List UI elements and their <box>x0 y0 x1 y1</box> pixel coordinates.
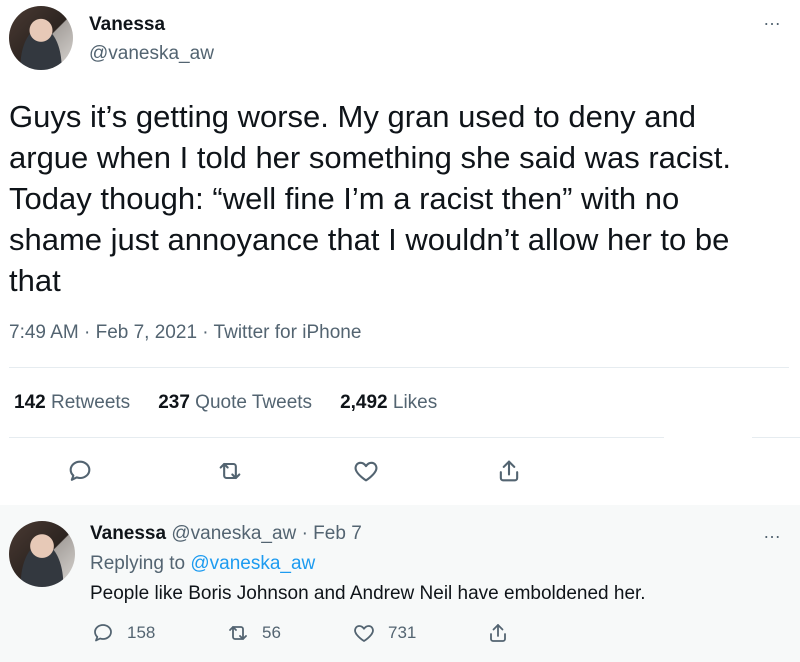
divider <box>9 437 664 438</box>
like-icon <box>354 461 378 482</box>
retweets-label: Retweets <box>50 392 131 413</box>
tweet-text: Guys it’s getting worse. My gran used to… <box>9 99 731 298</box>
share-icon <box>499 460 519 482</box>
reply-icon <box>94 624 112 642</box>
reply-action-like[interactable]: 731 <box>352 621 416 645</box>
reply-count: 158 <box>127 623 156 642</box>
author-name[interactable]: Vanessa <box>89 14 165 36</box>
likes-stat[interactable]: 2,492 Likes <box>340 392 437 414</box>
replying-label: Replying to <box>90 553 186 574</box>
reply-action-retweet[interactable]: 56 <box>226 621 281 645</box>
like-button[interactable] <box>351 456 381 486</box>
reply-action-reply[interactable]: 158 <box>91 621 155 645</box>
quote-tweets-label: Quote Tweets <box>195 392 313 413</box>
author-handle[interactable]: @vaneska_aw <box>89 43 214 65</box>
reply-button[interactable] <box>65 456 95 486</box>
likes-label: Likes <box>392 392 438 413</box>
divider <box>9 367 789 368</box>
tweet-date[interactable]: Feb 7 <box>313 523 362 544</box>
author-name[interactable]: Vanessa <box>90 523 166 544</box>
replying-to: Replying to @vaneska_aw <box>90 553 315 575</box>
reply-action-share[interactable] <box>486 621 510 645</box>
separator: · <box>301 523 308 544</box>
retweet-count: 56 <box>262 623 281 642</box>
like-count: 731 <box>388 623 417 642</box>
avatar[interactable] <box>9 521 75 587</box>
reply-tweet[interactable]: Vanessa @vaneska_aw · Feb 7 … Replying t… <box>0 505 800 662</box>
more-options-icon[interactable]: … <box>763 10 782 28</box>
avatar[interactable] <box>9 6 73 70</box>
more-options-icon[interactable]: … <box>763 523 782 541</box>
share-button[interactable] <box>494 456 524 486</box>
reply-header: Vanessa @vaneska_aw · Feb 7 <box>90 523 362 545</box>
retweet-icon <box>229 626 247 640</box>
quote-tweets-count: 237 <box>158 392 190 413</box>
likes-count: 2,492 <box>340 392 388 413</box>
share-icon <box>490 624 506 642</box>
retweet-icon <box>219 462 241 480</box>
divider <box>752 437 800 438</box>
retweets-stat[interactable]: 142 Retweets <box>14 392 130 414</box>
tweet-timestamp[interactable]: 7:49 AM · Feb 7, 2021 · Twitter for iPho… <box>9 322 361 344</box>
reply-text: People like Boris Johnson and Andrew Nei… <box>90 583 646 604</box>
tweet-stats: 142 Retweets 237 Quote Tweets 2,492 Like… <box>14 392 437 414</box>
retweets-count: 142 <box>14 392 46 413</box>
reply-icon <box>69 460 91 481</box>
retweet-button[interactable] <box>215 456 245 486</box>
mention-link[interactable]: @vaneska_aw <box>190 553 315 574</box>
like-icon <box>354 625 374 642</box>
author-handle[interactable]: @vaneska_aw <box>171 523 296 544</box>
quote-tweets-stat[interactable]: 237 Quote Tweets <box>158 392 312 414</box>
main-tweet: Vanessa @vaneska_aw … Guys it’s getting … <box>0 0 800 505</box>
